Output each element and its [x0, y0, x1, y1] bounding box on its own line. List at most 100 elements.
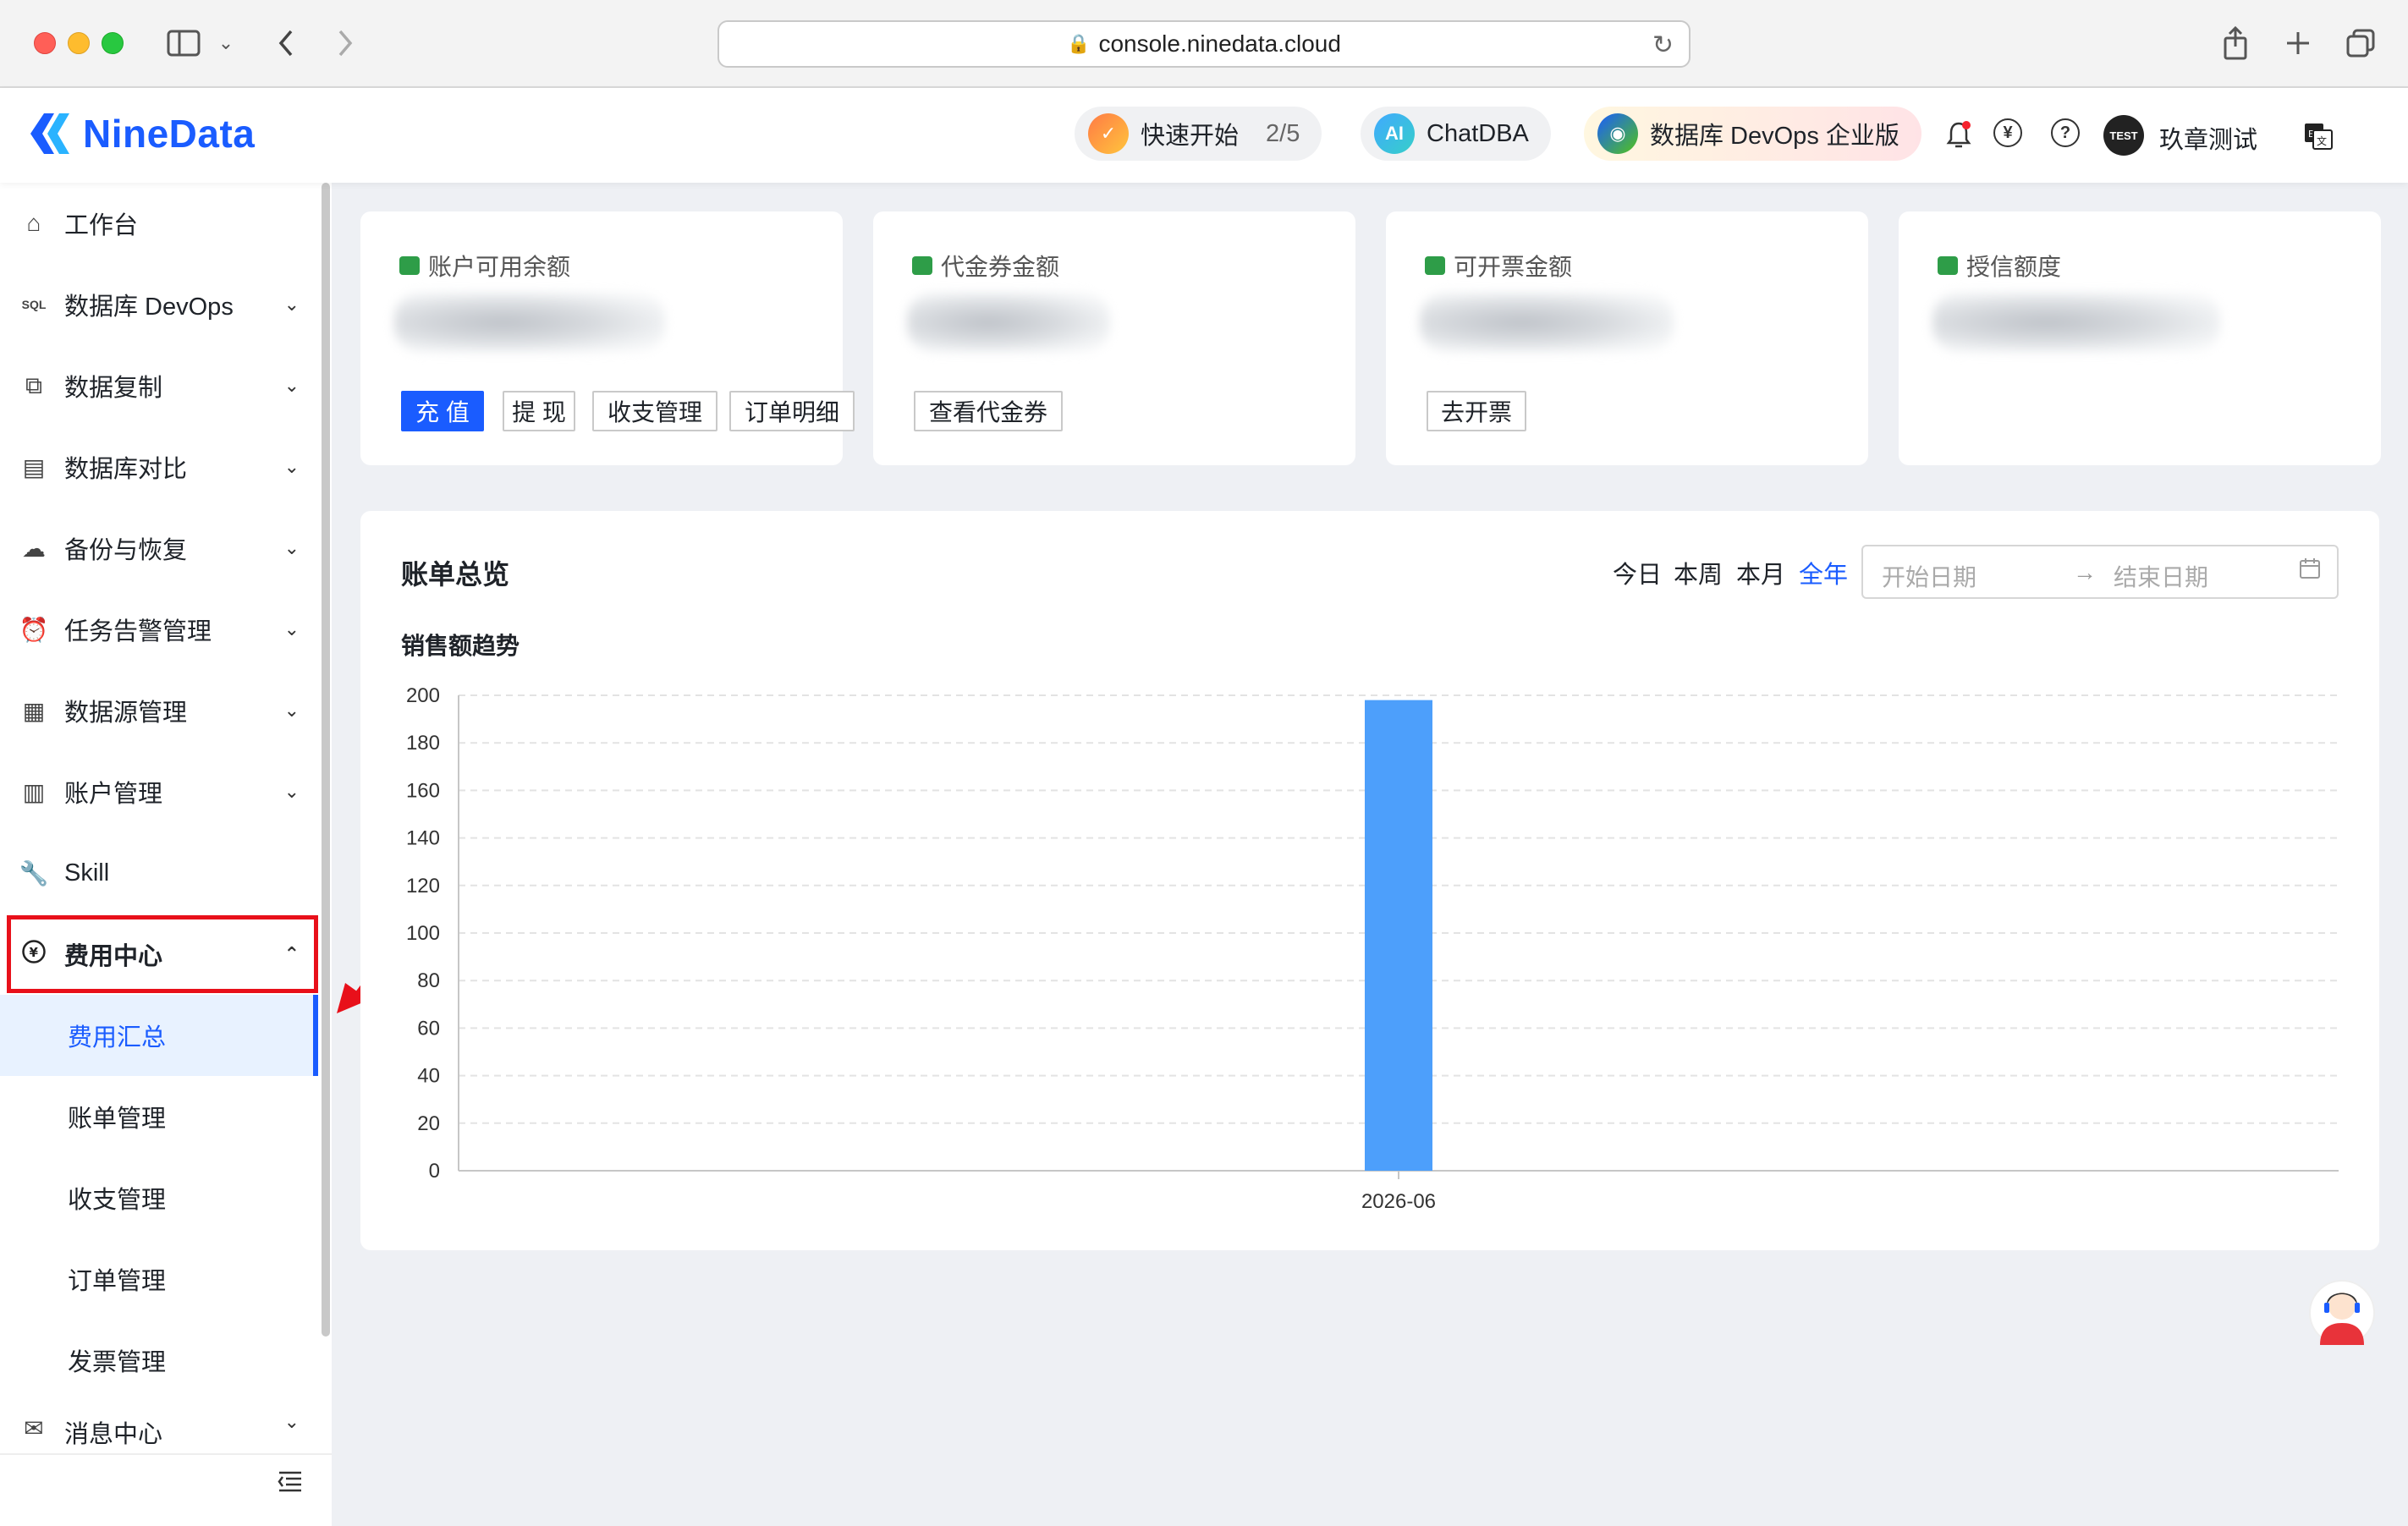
sidebar-item-datasource[interactable]: ▦ 数据源管理 ⌄ — [0, 670, 318, 751]
sidebar-item-label: 工作台 — [64, 212, 139, 239]
share-icon[interactable] — [2217, 24, 2254, 63]
view-voucher-button[interactable]: 查看代金券 — [914, 391, 1063, 431]
sidebar-toggle-icon[interactable] — [162, 24, 205, 63]
sidebar-item-devops[interactable]: SQL 数据库 DevOps ⌄ — [0, 264, 318, 345]
ninedata-logo[interactable]: NineData — [25, 108, 255, 159]
new-tab-icon[interactable] — [2279, 24, 2317, 63]
bell-icon[interactable] — [1946, 120, 1971, 153]
credit-icon — [1938, 256, 1958, 275]
invoice-card: 可开票金额 去开票 — [1386, 211, 1868, 465]
balance-card-title: 账户可用余额 — [399, 249, 570, 283]
devops-enterprise-label: 数据库 DevOps 企业版 — [1650, 123, 1899, 150]
chevron-down-icon: ⌄ — [283, 456, 300, 477]
reload-icon[interactable]: ↻ — [1652, 30, 1674, 60]
quick-start-label: 快速开始 — [1141, 123, 1240, 150]
sidebar-item-compare[interactable]: ▤ 数据库对比 ⌄ — [0, 426, 318, 508]
sidebar-item-label: 数据库 DevOps — [64, 294, 234, 321]
mail-icon: ✉ — [24, 1415, 44, 1441]
sidebar-item-skill[interactable]: 🔧 Skill — [0, 832, 318, 914]
language-switch-icon[interactable]: En文 — [2303, 122, 2334, 155]
sidebar-subitem-bills[interactable]: 账单管理 — [0, 1076, 318, 1157]
income-expense-button[interactable]: 收支管理 — [592, 391, 717, 431]
range-today[interactable]: 今日 — [1613, 555, 1662, 590]
sidebar-scrollbar[interactable] — [322, 183, 330, 1337]
invoice-amount-blurred — [1420, 293, 1674, 352]
credit-title-text: 授信额度 — [1966, 254, 2062, 280]
range-this-month[interactable]: 本月 — [1736, 555, 1785, 590]
user-name[interactable]: 玖章测试 — [2159, 120, 2257, 156]
svg-text:文: 文 — [2317, 134, 2327, 147]
sidebar-item-alarm[interactable]: ⏰ 任务告警管理 ⌄ — [0, 589, 318, 670]
sidebar-item-label: 账户管理 — [64, 781, 163, 808]
sidebar-divider — [0, 1453, 332, 1455]
sidebar-item-label: 数据源管理 — [64, 700, 188, 727]
y-tick-label: 200 — [406, 684, 440, 707]
sidebar-subitem-orders[interactable]: 订单管理 — [0, 1238, 318, 1320]
ticket-icon — [912, 256, 932, 275]
sidebar-item-replication[interactable]: ⧉ 数据复制 ⌄ — [0, 345, 318, 426]
close-window-button[interactable] — [34, 32, 56, 54]
customer-support-icon[interactable] — [2308, 1274, 2376, 1350]
sidebar-item-account[interactable]: ▥ 账户管理 ⌄ — [0, 751, 318, 832]
logo-text: NineData — [83, 112, 256, 156]
collapse-sidebar-icon[interactable] — [276, 1468, 305, 1501]
arrow-right-icon: → — [2073, 559, 2097, 585]
quick-start-button[interactable]: ✓ 快速开始 2/5 — [1075, 107, 1322, 161]
account-icon: ▥ — [22, 778, 46, 805]
zoom-window-button[interactable] — [102, 32, 124, 54]
forward-icon[interactable] — [328, 24, 362, 63]
quick-start-icon: ✓ — [1088, 113, 1129, 154]
sidebar-subitem-cost-summary[interactable]: 费用汇总 — [0, 995, 318, 1076]
sidebar-item-label: 数据库对比 — [64, 456, 188, 483]
app-header: NineData ✓ 快速开始 2/5 AI ChatDBA ◉ 数据库 Dev… — [0, 88, 2408, 183]
sidebar-item-backup[interactable]: ☁ 备份与恢复 ⌄ — [0, 508, 318, 589]
invoice-title-text: 可开票金额 — [1454, 254, 1573, 280]
sidebar-item-workbench[interactable]: ⌂ 工作台 — [0, 183, 318, 264]
voucher-title-text: 代金券金额 — [941, 254, 1060, 280]
bar — [1365, 700, 1432, 1171]
bill-overview-panel: 账单总览 今日 本周 本月 全年 开始日期 → 结束日期 销售额趋势 0 20 40… — [360, 511, 2379, 1250]
help-icon[interactable]: ? — [2051, 118, 2080, 147]
y-tick-label: 160 — [406, 779, 440, 802]
chevron-down-icon: ⌄ — [283, 618, 300, 639]
minimize-window-button[interactable] — [68, 32, 90, 54]
balance-title-text: 账户可用余额 — [428, 254, 571, 280]
recharge-button[interactable]: 充 值 — [401, 391, 484, 431]
address-bar[interactable]: 🔒 console.ninedata.cloud ↻ — [717, 20, 1691, 68]
lock-icon: 🔒 — [1067, 33, 1091, 54]
calendar-icon[interactable] — [2298, 557, 2322, 586]
avatar[interactable]: TEST — [2103, 115, 2144, 156]
alarm-icon: ⏰ — [19, 616, 49, 643]
sidebar-item-messages[interactable]: ✉ 消息中心 ⌄ — [0, 1402, 318, 1453]
y-tick-label: 60 — [417, 1017, 440, 1040]
sidebar: ⌂ 工作台 SQL 数据库 DevOps ⌄ ⧉ 数据复制 ⌄ ▤ 数据库对比 … — [0, 183, 332, 1526]
sidebar-subitem-income-expense[interactable]: 收支管理 — [0, 1157, 318, 1238]
invoice-icon — [1425, 256, 1445, 275]
tab-overview-icon[interactable] — [2342, 24, 2379, 63]
yen-icon[interactable]: ¥ — [1993, 118, 2022, 147]
sales-trend-chart: 0 20 40 60 80 100 120 140 160 180 200 2026-06 — [406, 684, 2339, 1213]
devops-enterprise-button[interactable]: ◉ 数据库 DevOps 企业版 — [1584, 107, 1921, 161]
date-range-picker[interactable]: 开始日期 → 结束日期 — [1861, 545, 2339, 599]
chevron-down-icon: ⌄ — [283, 1411, 300, 1432]
chevron-down-icon[interactable]: ⌄ — [213, 24, 239, 63]
invoice-card-title: 可开票金额 — [1425, 249, 1572, 283]
sidebar-subitem-invoices[interactable]: 发票管理 — [0, 1320, 318, 1401]
start-date-input[interactable]: 开始日期 — [1882, 559, 1976, 593]
withdraw-button[interactable]: 提 现 — [503, 391, 575, 431]
end-date-input[interactable]: 结束日期 — [2114, 559, 2208, 593]
issue-invoice-button[interactable]: 去开票 — [1427, 391, 1526, 431]
range-this-week[interactable]: 本周 — [1674, 555, 1723, 590]
wallet-icon — [399, 256, 420, 275]
sidebar-item-label: 消息中心 — [64, 1421, 163, 1448]
y-tick-label: 120 — [406, 875, 440, 897]
voucher-card-title: 代金券金额 — [912, 249, 1059, 283]
back-icon[interactable] — [269, 24, 303, 63]
y-tick-label: 80 — [417, 969, 440, 992]
order-details-button[interactable]: 订单明细 — [729, 391, 855, 431]
copy-icon: ⧉ — [25, 371, 42, 398]
highlight-box — [7, 915, 318, 993]
range-full-year[interactable]: 全年 — [1799, 555, 1848, 590]
chatdba-button[interactable]: AI ChatDBA — [1361, 107, 1551, 161]
credit-amount-blurred — [1932, 293, 2220, 352]
